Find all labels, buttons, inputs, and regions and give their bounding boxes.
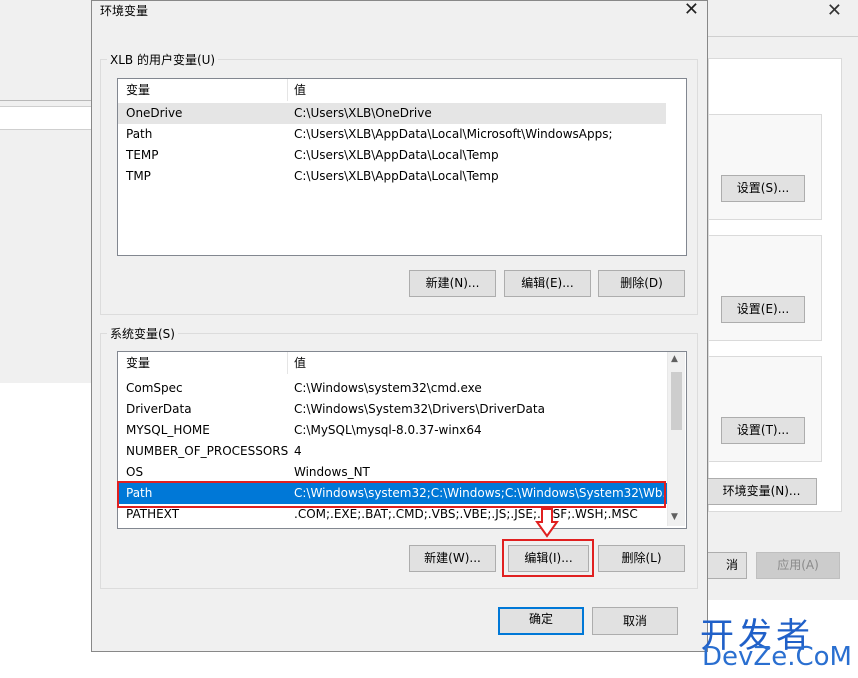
variable-value: Windows_NT: [294, 465, 370, 479]
tab-divider: [706, 36, 858, 37]
system-properties-window: ✕ 设置(S)... 设置(E)... 设置(T)... 环境变量(N)... …: [705, 0, 858, 600]
variable-name: TMP: [126, 169, 151, 183]
performance-settings-button[interactable]: 设置(S)...: [721, 175, 805, 202]
close-icon[interactable]: ✕: [827, 0, 842, 21]
chevron-down-icon[interactable]: ▼: [671, 512, 678, 522]
highlight-box: [502, 539, 594, 577]
arrow-down-icon: [535, 508, 559, 538]
system-variables-label: 系统变量(S): [110, 327, 175, 341]
list-item[interactable]: MYSQL_HOME C:\MySQL\mysql-8.0.37-winx64: [118, 420, 667, 441]
apply-button: 应用(A): [756, 552, 840, 579]
user-variables-label: XLB 的用户变量(U): [110, 53, 216, 67]
variable-value: C:\Users\XLB\AppData\Local\Temp: [294, 169, 499, 183]
system-delete-button[interactable]: 删除(L): [598, 545, 685, 572]
variable-value: C:\Users\XLB\AppData\Local\Microsoft\Win…: [294, 127, 613, 141]
scrollbar[interactable]: ▲ ▼: [667, 352, 685, 526]
variable-value: 4: [294, 444, 302, 458]
column-header-value[interactable]: 值: [294, 79, 306, 101]
system-new-button[interactable]: 新建(W)...: [409, 545, 496, 572]
list-item[interactable]: DriverData C:\Windows\System32\Drivers\D…: [118, 399, 667, 420]
variable-name: DriverData: [126, 402, 192, 416]
scrollbar-thumb[interactable]: [671, 372, 682, 430]
column-header-name[interactable]: 变量: [126, 79, 150, 101]
column-header-name[interactable]: 变量: [126, 352, 150, 374]
variable-value: C:\Windows\system32\cmd.exe: [294, 381, 482, 395]
divider: [0, 100, 92, 101]
list-item[interactable]: Path C:\Users\XLB\AppData\Local\Microsof…: [118, 124, 666, 145]
variable-value: C:\Users\XLB\AppData\Local\Temp: [294, 148, 499, 162]
background-window-left: [0, 0, 92, 383]
variable-value: C:\MySQL\mysql-8.0.37-winx64: [294, 423, 482, 437]
variable-name: MYSQL_HOME: [126, 423, 210, 437]
variable-value: C:\Windows\System32\Drivers\DriverData: [294, 402, 545, 416]
ok-button[interactable]: 确定: [498, 607, 584, 635]
profile-group: [708, 235, 822, 341]
variable-name: Path: [126, 127, 153, 141]
user-variables-list[interactable]: 变量 值 OneDrive C:\Users\XLB\OneDrive Path…: [117, 78, 687, 256]
environment-variables-button[interactable]: 环境变量(N)...: [706, 478, 817, 505]
list-item[interactable]: TEMP C:\Users\XLB\AppData\Local\Temp: [118, 145, 666, 166]
variable-name: NUMBER_OF_PROCESSORS: [126, 444, 289, 458]
variable-name: OS: [126, 465, 144, 479]
dialog-title: 环境变量: [100, 4, 149, 18]
startup-settings-button[interactable]: 设置(T)...: [721, 417, 805, 444]
startup-group: [708, 356, 822, 462]
list-header: 变量 值: [118, 79, 686, 101]
chevron-up-icon[interactable]: ▲: [671, 354, 678, 364]
cancel-button[interactable]: 取消: [592, 607, 678, 635]
list-item[interactable]: OneDrive C:\Users\XLB\OneDrive: [118, 103, 666, 124]
user-edit-button[interactable]: 编辑(E)...: [504, 270, 591, 297]
column-separator: [287, 79, 288, 101]
list-item[interactable]: OS Windows_NT: [118, 462, 667, 483]
list-item[interactable]: TMP C:\Users\XLB\AppData\Local\Temp: [118, 166, 666, 187]
variable-value: C:\Users\XLB\OneDrive: [294, 106, 432, 120]
variable-name: TEMP: [126, 148, 159, 162]
background-list-row: [0, 106, 92, 130]
profile-settings-button[interactable]: 设置(E)...: [721, 296, 805, 323]
column-separator: [287, 352, 288, 374]
cancel-button-background[interactable]: 消: [706, 552, 747, 579]
performance-group: [708, 114, 822, 220]
column-header-value[interactable]: 值: [294, 352, 306, 374]
user-new-button[interactable]: 新建(N)...: [409, 270, 496, 297]
variable-name: ComSpec: [126, 381, 183, 395]
list-item[interactable]: NUMBER_OF_PROCESSORS 4: [118, 441, 667, 462]
variable-name: OneDrive: [126, 106, 183, 120]
watermark-logo: DevZe.CoM: [702, 642, 852, 672]
list-item[interactable]: ComSpec C:\Windows\system32\cmd.exe: [118, 378, 667, 399]
environment-variables-dialog: 环境变量 ✕ XLB 的用户变量(U) 变量 值 OneDrive C:\Use…: [91, 0, 708, 652]
list-header: 变量 值: [118, 352, 686, 374]
user-delete-button[interactable]: 删除(D): [598, 270, 685, 297]
highlight-box: [117, 481, 666, 508]
close-icon[interactable]: ✕: [684, 0, 699, 20]
